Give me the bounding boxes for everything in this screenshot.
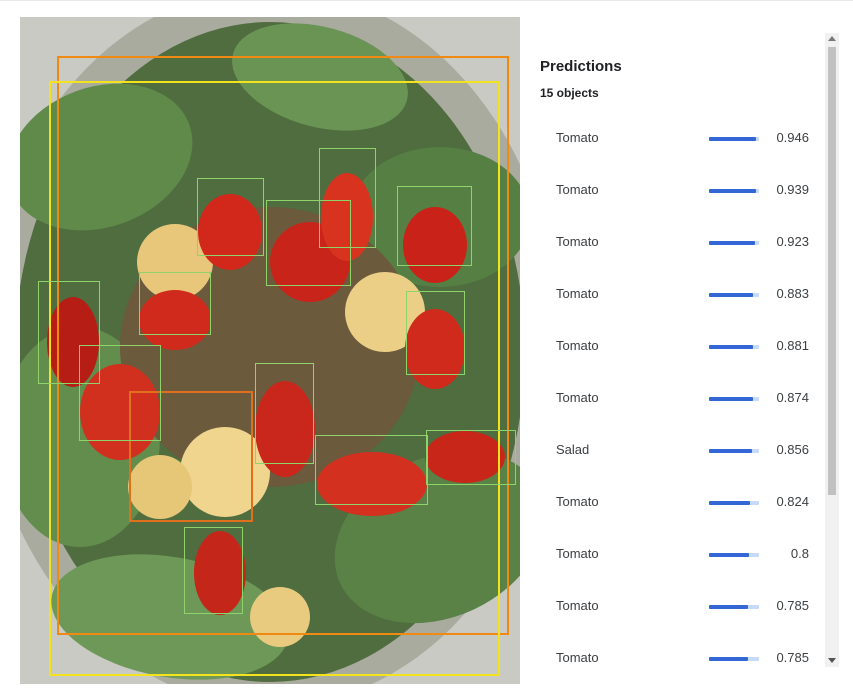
confidence-bar: [709, 501, 759, 505]
confidence-bar: [709, 241, 759, 245]
confidence-bar: [709, 137, 759, 141]
prediction-score: 0.946: [776, 130, 809, 145]
confidence-bar: [709, 449, 759, 453]
prediction-score: 0.856: [776, 442, 809, 457]
prediction-score: 0.824: [776, 494, 809, 509]
prediction-label: Tomato: [556, 390, 599, 405]
prediction-label: Tomato: [556, 650, 599, 665]
confidence-bar-fill: [709, 501, 751, 505]
analyzed-image: [20, 17, 520, 684]
prediction-label: Tomato: [556, 494, 599, 509]
prediction-row[interactable]: Tomato 0.923: [540, 216, 820, 268]
object-count: 15 objects: [540, 86, 599, 100]
confidence-bar-fill: [709, 553, 749, 557]
prediction-score: 0.923: [776, 234, 809, 249]
prediction-label: Tomato: [556, 546, 599, 561]
confidence-bar-fill: [709, 241, 756, 245]
confidence-bar: [709, 605, 759, 609]
prediction-row[interactable]: Salad 0.856: [540, 424, 820, 476]
prediction-row[interactable]: Tomato 0.883: [540, 268, 820, 320]
prediction-score: 0.785: [776, 650, 809, 665]
prediction-row[interactable]: Tomato 0.785: [540, 632, 820, 684]
confidence-bar-fill: [709, 605, 749, 609]
scrollbar-thumb[interactable]: [828, 47, 836, 495]
prediction-score: 0.8: [790, 546, 809, 561]
prediction-label: Tomato: [556, 286, 599, 301]
predictions-title: Predictions: [540, 58, 622, 75]
prediction-row[interactable]: Tomato 0.8: [540, 528, 820, 580]
scroll-up-icon[interactable]: [828, 36, 836, 41]
prediction-row[interactable]: Tomato 0.881: [540, 320, 820, 372]
confidence-bar-fill: [709, 137, 757, 141]
confidence-bar-fill: [709, 189, 756, 193]
confidence-bar-fill: [709, 397, 753, 401]
prediction-score: 0.939: [776, 182, 809, 197]
prediction-label: Tomato: [556, 182, 599, 197]
confidence-bar-fill: [709, 657, 749, 661]
prediction-score: 0.881: [776, 338, 809, 353]
prediction-label: Salad: [556, 442, 590, 457]
prediction-label: Tomato: [556, 598, 599, 613]
prediction-score: 0.874: [776, 390, 809, 405]
predictions-list: Tomato 0.946 Tomato 0.939 Tomato 0.923 Tomato 0…: [540, 112, 820, 684]
prediction-row[interactable]: Tomato 0.939: [540, 164, 820, 216]
prediction-label: Tomato: [556, 130, 599, 145]
confidence-bar-fill: [709, 449, 752, 453]
app-frame: Predictions 15 objects Tomato 0.946 Tomato…: [0, 0, 853, 696]
prediction-score: 0.883: [776, 286, 809, 301]
prediction-row[interactable]: Tomato 0.785: [540, 580, 820, 632]
salad-image: [20, 17, 520, 684]
confidence-bar: [709, 345, 759, 349]
scrollbar[interactable]: [825, 33, 839, 667]
confidence-bar: [709, 397, 759, 401]
prediction-label: Tomato: [556, 234, 599, 249]
confidence-bar-fill: [709, 345, 754, 349]
prediction-score: 0.785: [776, 598, 809, 613]
confidence-bar: [709, 553, 759, 557]
confidence-bar: [709, 293, 759, 297]
confidence-bar: [709, 189, 759, 193]
top-divider: [0, 0, 853, 1]
prediction-label: Tomato: [556, 338, 599, 353]
prediction-row[interactable]: Tomato 0.874: [540, 372, 820, 424]
prediction-row[interactable]: Tomato 0.824: [540, 476, 820, 528]
confidence-bar-fill: [709, 293, 754, 297]
confidence-bar: [709, 657, 759, 661]
scroll-down-icon[interactable]: [828, 658, 836, 663]
prediction-row[interactable]: Tomato 0.946: [540, 112, 820, 164]
